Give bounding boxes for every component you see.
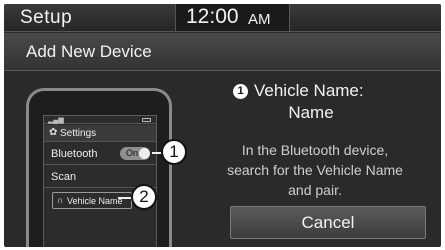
page-title: Add New Device	[26, 42, 152, 61]
callout-1: 1	[161, 139, 187, 165]
vehicle-name-label: Vehicle Name:	[254, 81, 364, 100]
screen-header: Add New Device	[4, 33, 441, 71]
clock: 12:00 AM	[175, 4, 290, 31]
instruction-line: search for the Vehicle Name	[227, 162, 403, 178]
instruction-line: and pair.	[288, 182, 342, 198]
headset-icon: ∩	[57, 195, 64, 205]
toggle-state-label: On	[126, 148, 139, 158]
phone-scan-label: Scan	[51, 171, 77, 183]
status-title: Setup	[20, 7, 73, 28]
phone-illustration: ▂▄▆ ✿ Settings Bluetooth On Scan ∩ Vehic…	[26, 88, 172, 247]
toggle-knob	[139, 148, 150, 159]
vehicle-name-value: Name	[288, 103, 334, 122]
phone-settings-row: ✿ Settings	[44, 125, 156, 142]
instruction-line: In the Bluetooth device,	[241, 142, 389, 158]
pairing-instruction: In the Bluetooth device, search for the …	[202, 140, 428, 200]
clock-time: 12:00	[186, 5, 239, 28]
battery-icon	[142, 118, 151, 122]
status-bar: Setup 12:00 AM	[4, 4, 441, 32]
signal-icon: ▂▄▆	[48, 117, 64, 124]
phone-settings-label: Settings	[60, 128, 97, 139]
phone-bluetooth-row: Bluetooth On	[44, 143, 156, 165]
phone-status-bar: ▂▄▆	[44, 116, 156, 124]
clock-ampm: AM	[248, 11, 271, 28]
gear-icon: ✿	[49, 127, 58, 138]
phone-vehicle-label: Vehicle Name	[67, 196, 123, 206]
vehicle-name-badge: 1	[233, 84, 248, 99]
phone-vehicle-item: ∩ Vehicle Name	[52, 192, 132, 209]
callout-2-leader	[118, 197, 132, 199]
bluetooth-toggle: On	[120, 147, 150, 160]
cancel-button[interactable]: Cancel	[230, 206, 426, 239]
callout-2: 2	[131, 184, 157, 210]
phone-bluetooth-label: Bluetooth	[51, 148, 98, 160]
head-unit-screen: Setup 12:00 AM Add New Device ▂▄▆ ✿ Sett…	[4, 4, 441, 247]
phone-screen: ▂▄▆ ✿ Settings Bluetooth On Scan ∩ Vehic…	[43, 115, 157, 247]
